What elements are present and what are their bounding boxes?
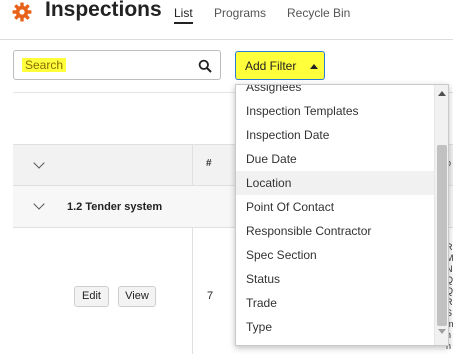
menu-item-responsible-contractor[interactable]: Responsible Contractor	[236, 219, 435, 243]
scrollbar-thumb[interactable]	[437, 145, 447, 326]
scroll-up-arrow-icon[interactable]	[438, 91, 446, 96]
view-button[interactable]: View	[118, 286, 156, 307]
menu-item-trade[interactable]: Trade	[236, 291, 435, 315]
menu-item-spec-section[interactable]: Spec Section	[236, 243, 435, 267]
row-number: 7	[207, 290, 214, 302]
group-chevron-down-icon[interactable]	[33, 198, 45, 210]
menu-item-due-date[interactable]: Due Date	[236, 147, 435, 171]
expand-all-chevron-icon[interactable]	[33, 157, 45, 169]
tab-list[interactable]: List	[174, 6, 193, 24]
tab-recycle-bin[interactable]: Recycle Bin	[287, 6, 350, 20]
column-separator	[192, 144, 193, 354]
scroll-down-arrow-icon[interactable]	[438, 329, 446, 334]
search-placeholder: Search	[22, 58, 67, 72]
menu-item-assignees[interactable]: Assignees	[236, 85, 435, 99]
add-filter-button[interactable]: Add Filter	[235, 51, 325, 80]
menu-item-status[interactable]: Status	[236, 267, 435, 291]
page-header: Inspections List Programs Recycle Bin	[0, 0, 453, 40]
menu-item-location[interactable]: Location	[236, 171, 435, 195]
gear-icon	[12, 2, 32, 22]
caret-up-icon	[310, 64, 318, 69]
menu-item-inspection-date[interactable]: Inspection Date	[236, 123, 435, 147]
search-icon[interactable]	[198, 59, 212, 73]
menu-item-point-of-contact[interactable]: Point Of Contact	[236, 195, 435, 219]
dropdown-scrollbar[interactable]	[434, 85, 448, 345]
menu-item-inspection-templates[interactable]: Inspection Templates	[236, 99, 435, 123]
group-label: 1.2 Tender system	[67, 201, 163, 213]
number-column-header[interactable]: #	[206, 158, 212, 169]
search-input[interactable]: Search	[13, 50, 221, 80]
menu-item-type[interactable]: Type	[236, 315, 435, 339]
edit-button[interactable]: Edit	[74, 286, 109, 307]
page-title: Inspections	[45, 0, 162, 21]
filter-dropdown-menu: Assignees Inspection Templates Inspectio…	[235, 84, 449, 346]
tab-programs[interactable]: Programs	[214, 6, 266, 20]
add-filter-label: Add Filter	[245, 59, 297, 73]
